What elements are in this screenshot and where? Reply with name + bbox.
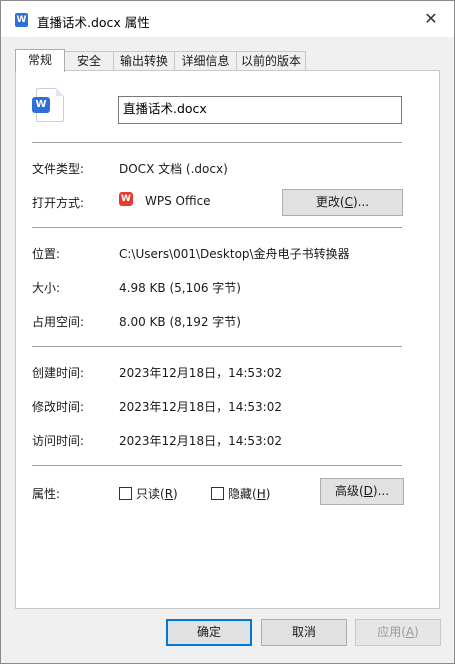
accessed-label: 访问时间: (32, 434, 85, 448)
close-button[interactable]: ✕ (408, 1, 454, 37)
tab-general[interactable]: 常规 (15, 49, 65, 72)
divider (32, 142, 402, 143)
disk-size-value: 8.00 KB (8,192 字节) (119, 315, 241, 329)
open-with-label: 打开方式: (32, 196, 85, 210)
tab-security[interactable]: 安全 (64, 51, 114, 71)
location-label: 位置: (32, 247, 61, 261)
divider (32, 465, 402, 466)
wps-office-icon: W (119, 192, 133, 206)
hidden-checkbox[interactable] (211, 487, 224, 500)
tab-details[interactable]: 详细信息 (174, 51, 237, 71)
hidden-label[interactable]: 隐藏(H) (228, 485, 270, 502)
modified-label: 修改时间: (32, 400, 85, 414)
general-panel: W 直播话术.docx 文件类型: DOCX 文档 (.docx) 打开方式: … (15, 70, 440, 609)
file-name-field[interactable]: 直播话术.docx (118, 96, 402, 124)
accessed-value: 2023年12月18日，14:53:02 (119, 434, 282, 448)
created-value: 2023年12月18日，14:53:02 (119, 366, 282, 380)
modified-value: 2023年12月18日，14:53:02 (119, 400, 282, 414)
readonly-label[interactable]: 只读(R) (136, 485, 178, 502)
word-doc-icon: W (15, 13, 28, 27)
cancel-button[interactable]: 取消 (261, 619, 347, 646)
tab-output-convert[interactable]: 输出转换 (113, 51, 175, 71)
created-label: 创建时间: (32, 366, 85, 380)
size-value: 4.98 KB (5,106 字节) (119, 281, 241, 295)
change-button[interactable]: 更改(C)... (282, 189, 403, 216)
divider (32, 227, 402, 228)
tab-previous-versions[interactable]: 以前的版本 (236, 51, 306, 71)
apply-button[interactable]: 应用(A) (355, 619, 441, 646)
attributes-label: 属性: (32, 487, 61, 501)
size-label: 大小: (32, 281, 61, 295)
file-type-value: DOCX 文档 (.docx) (119, 162, 228, 176)
readonly-checkbox[interactable] (119, 487, 132, 500)
word-document-icon: W (32, 88, 64, 122)
ok-button[interactable]: 确定 (166, 619, 252, 646)
file-type-label: 文件类型: (32, 162, 85, 176)
window-title: 直播话术.docx 属性 (37, 15, 150, 30)
title-bar[interactable]: W 直播话术.docx 属性 ✕ (1, 1, 454, 37)
advanced-button[interactable]: 高级(D)... (320, 478, 404, 505)
disk-size-label: 占用空间: (32, 315, 85, 329)
properties-dialog: W 直播话术.docx 属性 ✕ 常规 安全 输出转换 详细信息 以前的版本 W… (0, 0, 455, 664)
location-value: C:\Users\001\Desktop\金舟电子书转换器 (119, 247, 350, 261)
open-with-app: WPS Office (145, 194, 211, 208)
divider (32, 346, 402, 347)
